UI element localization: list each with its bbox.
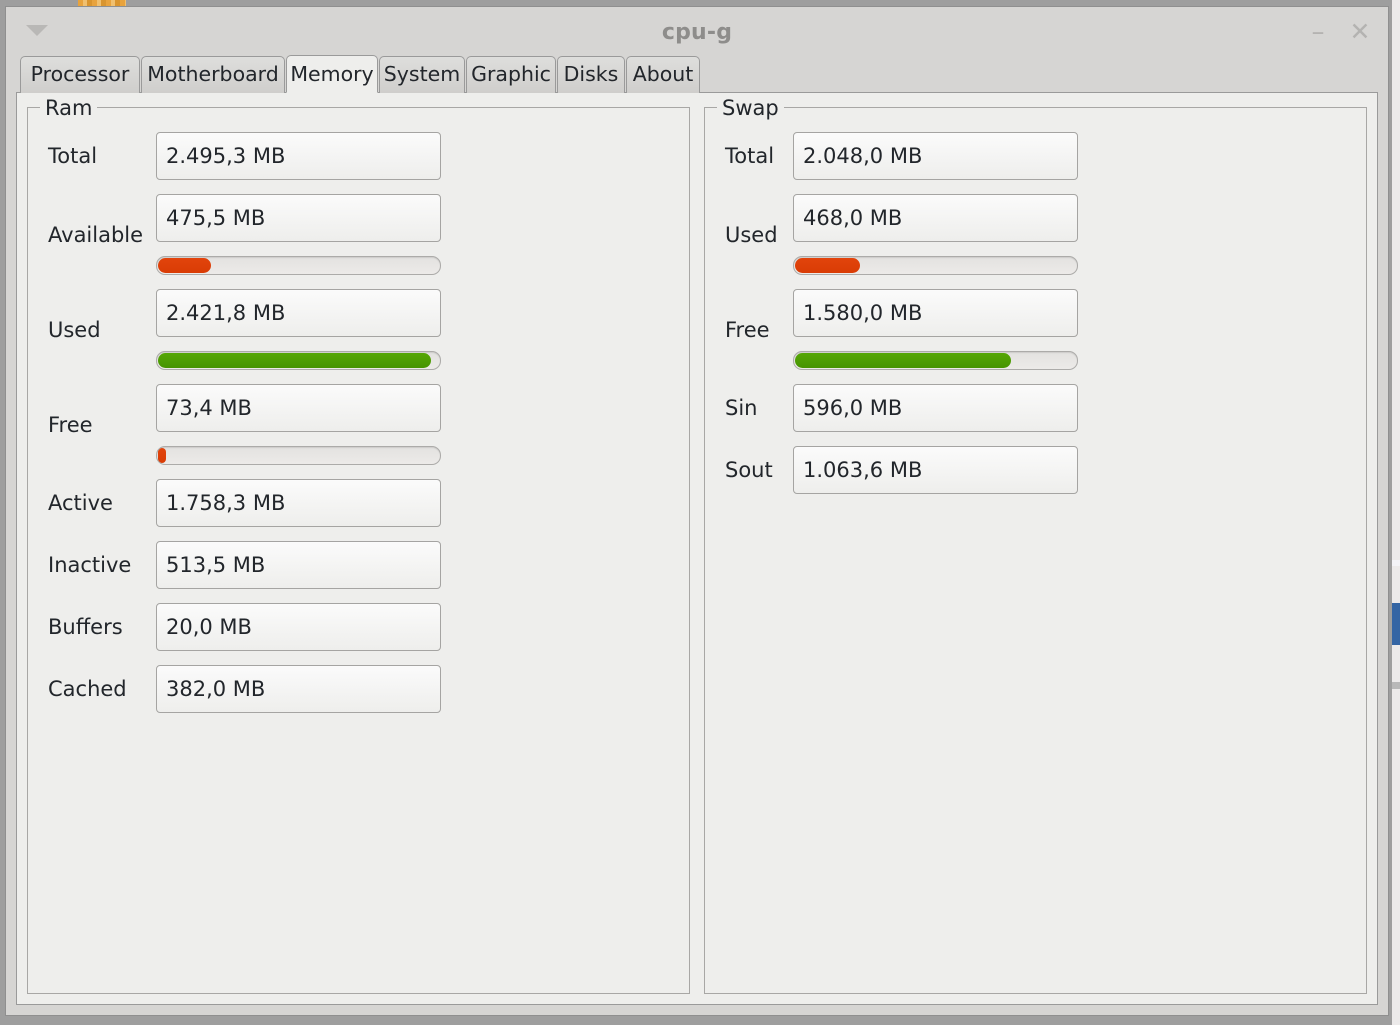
memory-row: Used 468,0 MB: [725, 194, 1346, 275]
memory-tab-page: Ram Total 2.495,3 MB Available 475,5 MB Used…: [16, 93, 1378, 1005]
row-field-group: 475,5 MB: [156, 194, 441, 275]
progress-bar-free: [156, 446, 441, 465]
row-field-group: 2.495,3 MB: [156, 132, 441, 180]
progress-bar-fill: [795, 353, 1012, 368]
memory-row: Inactive 513,5 MB: [48, 541, 669, 589]
row-field-group: 20,0 MB: [156, 603, 441, 651]
tab-strip: Processor Motherboard Memory System Graphic D…: [16, 55, 1378, 93]
memory-row: Free 1.580,0 MB: [725, 289, 1346, 370]
row-label-total: Total: [725, 144, 775, 168]
value-field-sout[interactable]: 1.063,6 MB: [793, 446, 1078, 494]
memory-row: Used 2.421,8 MB: [48, 289, 669, 370]
row-label-sin: Sin: [725, 396, 758, 420]
tab-system[interactable]: System: [379, 56, 465, 93]
value-field-inactive[interactable]: 513,5 MB: [156, 541, 441, 589]
row-label-total: Total: [48, 144, 98, 168]
swap-rows: Total 2.048,0 MB Used 468,0 MB Free 1.580,0 M…: [725, 132, 1346, 494]
row-field-group: 1.063,6 MB: [793, 446, 1078, 494]
value-field-cached[interactable]: 382,0 MB: [156, 665, 441, 713]
value-field-total[interactable]: 2.048,0 MB: [793, 132, 1078, 180]
tab-about[interactable]: About: [626, 56, 700, 93]
memory-row: Available 475,5 MB: [48, 194, 669, 275]
tab-processor[interactable]: Processor: [20, 56, 140, 93]
row-field-group: 468,0 MB: [793, 194, 1078, 275]
progress-bar-fill: [158, 353, 431, 368]
row-label-inactive: Inactive: [48, 553, 132, 577]
minimize-button[interactable]: –: [1304, 19, 1332, 47]
value-field-free[interactable]: 1.580,0 MB: [793, 289, 1078, 337]
memory-row: Sin 596,0 MB: [725, 384, 1346, 432]
row-field-group: 382,0 MB: [156, 665, 441, 713]
value-field-total[interactable]: 2.495,3 MB: [156, 132, 441, 180]
progress-bar-fill: [795, 258, 860, 273]
row-field-group: 1.580,0 MB: [793, 289, 1078, 370]
row-field-group: 2.048,0 MB: [793, 132, 1078, 180]
tab-disks[interactable]: Disks: [557, 56, 625, 93]
tab-label: Motherboard: [147, 62, 279, 86]
value-field-buffers[interactable]: 20,0 MB: [156, 603, 441, 651]
memory-row: Active 1.758,3 MB: [48, 479, 669, 527]
sliver-segment-blue: [1392, 603, 1400, 645]
memory-row: Total 2.495,3 MB: [48, 132, 669, 180]
close-button[interactable]: ✕: [1346, 19, 1374, 47]
tab-label: Graphic: [471, 62, 551, 86]
swap-frame: Swap Total 2.048,0 MB Used 468,0 MB Free 1.58…: [704, 96, 1367, 994]
tab-label: Processor: [30, 62, 130, 86]
value-field-free[interactable]: 73,4 MB: [156, 384, 441, 432]
memory-row: Total 2.048,0 MB: [725, 132, 1346, 180]
tab-motherboard[interactable]: Motherboard: [141, 56, 285, 93]
row-label-cached: Cached: [48, 677, 127, 701]
memory-row: Sout 1.063,6 MB: [725, 446, 1346, 494]
swap-frame-legend: Swap: [717, 96, 784, 120]
row-label-buffers: Buffers: [48, 615, 123, 639]
value-field-used[interactable]: 468,0 MB: [793, 194, 1078, 242]
row-label-active: Active: [48, 491, 113, 515]
row-label-free: Free: [725, 317, 770, 342]
adjacent-window-sliver: [1392, 0, 1400, 1025]
progress-bar-used: [156, 351, 441, 370]
memory-row: Buffers 20,0 MB: [48, 603, 669, 651]
value-field-used[interactable]: 2.421,8 MB: [156, 289, 441, 337]
memory-row: Free 73,4 MB: [48, 384, 669, 465]
tab-label: Memory: [290, 62, 374, 86]
row-label-used: Used: [48, 317, 101, 342]
value-field-available[interactable]: 475,5 MB: [156, 194, 441, 242]
progress-bar-free: [793, 351, 1078, 370]
ram-rows: Total 2.495,3 MB Available 475,5 MB Used 2.42…: [48, 132, 669, 713]
progress-bar-used: [793, 256, 1078, 275]
tab-memory[interactable]: Memory: [286, 55, 378, 93]
row-label-sout: Sout: [725, 458, 773, 482]
tab-label: Disks: [563, 62, 619, 86]
row-label-used: Used: [725, 222, 778, 247]
row-field-group: 73,4 MB: [156, 384, 441, 465]
row-field-group: 596,0 MB: [793, 384, 1078, 432]
window-title: cpu-g: [661, 20, 733, 45]
progress-bar-fill: [158, 258, 212, 273]
sliver-segment-light: [1392, 560, 1400, 566]
progress-bar-available: [156, 256, 441, 275]
window-titlebar: cpu-g – ✕: [6, 7, 1388, 55]
tab-graphic[interactable]: Graphic: [466, 56, 556, 93]
row-field-group: 513,5 MB: [156, 541, 441, 589]
row-field-group: 2.421,8 MB: [156, 289, 441, 370]
tab-label: About: [632, 62, 694, 86]
tab-label: System: [383, 62, 461, 86]
ram-frame-legend: Ram: [40, 96, 98, 120]
value-field-active[interactable]: 1.758,3 MB: [156, 479, 441, 527]
value-field-sin[interactable]: 596,0 MB: [793, 384, 1078, 432]
cpu-g-window: cpu-g – ✕ Processor Motherboard Memory Syst…: [5, 6, 1389, 1016]
ram-frame: Ram Total 2.495,3 MB Available 475,5 MB Used…: [27, 96, 690, 994]
row-field-group: 1.758,3 MB: [156, 479, 441, 527]
sliver-segment-gray: [1392, 682, 1400, 689]
row-label-free: Free: [48, 412, 93, 437]
memory-row: Cached 382,0 MB: [48, 665, 669, 713]
row-label-available: Available: [48, 222, 144, 247]
progress-bar-fill: [158, 448, 167, 463]
